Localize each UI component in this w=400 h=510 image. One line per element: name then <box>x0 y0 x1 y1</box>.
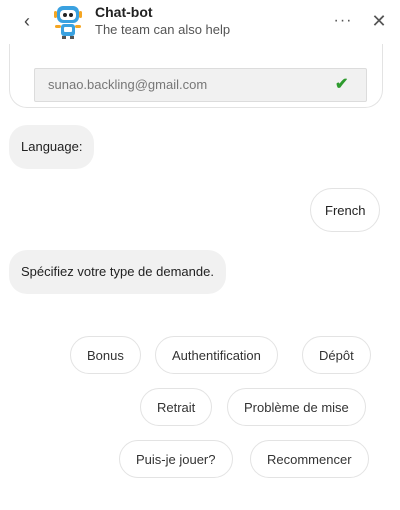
close-button[interactable]: ✕ <box>368 10 390 32</box>
quick-reply-authentification[interactable]: Authentification <box>155 336 278 374</box>
robot-avatar-icon <box>54 6 82 39</box>
quick-reply-bonus[interactable]: Bonus <box>70 336 141 374</box>
back-button[interactable]: ‹ <box>20 11 34 31</box>
quick-reply-retrait[interactable]: Retrait <box>140 388 213 426</box>
chat-subtitle: The team can also help <box>95 22 231 37</box>
email-field[interactable]: sunao.backling@gmail.com ✔ <box>34 68 367 102</box>
chat-title: Chat-bot <box>95 4 153 20</box>
email-value: sunao.backling@gmail.com <box>48 77 208 92</box>
quick-reply-puis-je-jouer[interactable]: Puis-je jouer? <box>119 440 233 478</box>
bot-message-language: Language: <box>9 125 95 169</box>
quick-reply-probleme-de-mise[interactable]: Problème de mise <box>227 388 366 426</box>
more-options-button[interactable]: ··· <box>332 10 354 32</box>
user-message-language: French <box>310 188 381 232</box>
quick-reply-depot[interactable]: Dépôt <box>302 336 371 374</box>
chat-header: ‹ Chat-bot The team can also help ··· ✕ <box>0 0 400 44</box>
bot-message-request-type: Spécifiez votre type de demande. <box>9 250 226 294</box>
check-icon: ✔ <box>335 76 349 93</box>
quick-reply-recommencer[interactable]: Recommencer <box>250 440 369 478</box>
